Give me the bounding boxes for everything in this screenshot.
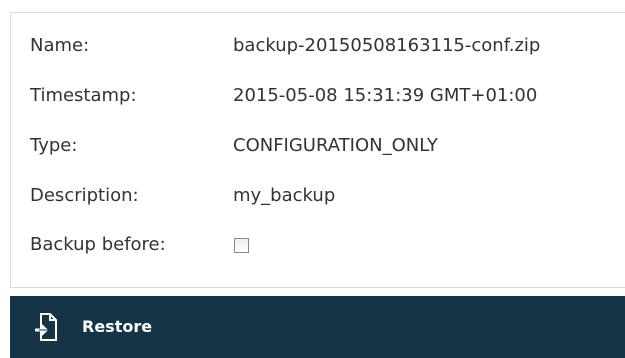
backup-details-panel: Name: backup-20150508163115-conf.zip Tim… — [10, 12, 625, 288]
type-label: Type: — [30, 135, 78, 156]
restore-action-bar[interactable]: Restore — [10, 296, 625, 358]
type-value: CONFIGURATION_ONLY — [233, 135, 438, 156]
restore-icon[interactable] — [34, 313, 57, 341]
name-label: Name: — [30, 35, 90, 56]
description-label: Description: — [30, 185, 139, 206]
timestamp-value: 2015-05-08 15:31:39 GMT+01:00 — [233, 85, 538, 106]
backup-before-label: Backup before: — [30, 234, 166, 255]
restore-button-label[interactable]: Restore — [82, 316, 152, 338]
timestamp-label: Timestamp: — [30, 85, 137, 106]
name-value: backup-20150508163115-conf.zip — [233, 35, 541, 56]
description-value: my_backup — [233, 185, 336, 206]
backup-before-checkbox[interactable] — [234, 238, 249, 253]
